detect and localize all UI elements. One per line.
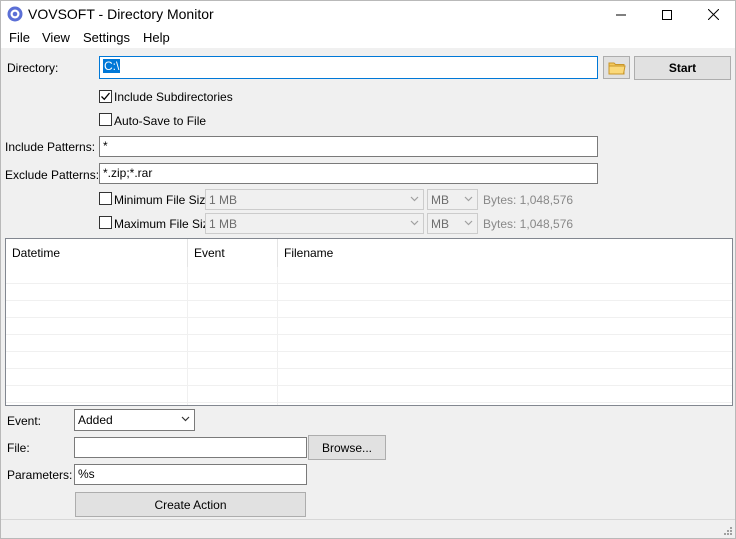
folder-icon [608,62,626,74]
column-header-filename[interactable]: Filename [278,239,732,267]
chevron-down-icon [410,220,419,226]
maximize-icon [662,9,672,20]
auto-save-checkbox[interactable] [99,113,112,126]
maximum-size-bytes: Bytes: 1,048,576 [483,217,574,231]
include-subdirectories-checkbox[interactable] [99,90,112,103]
window-title: VOVSOFT - Directory Monitor [28,6,214,22]
minimum-size-checkbox[interactable] [99,192,112,205]
browse-folder-button[interactable] [603,56,630,79]
events-table[interactable]: Datetime Event Filename [5,238,733,406]
include-patterns-label: Include Patterns: [5,140,96,154]
status-bar [1,519,735,538]
menu-file[interactable]: File [9,30,30,45]
table-row [6,335,732,352]
menu-settings[interactable]: Settings [83,30,130,45]
minimize-button[interactable] [598,1,644,28]
close-button[interactable] [690,1,735,28]
minimum-size-value: 1 MB [209,193,238,207]
column-header-datetime[interactable]: Datetime [6,239,188,267]
file-input[interactable] [74,437,307,458]
parameters-label: Parameters: [7,468,73,482]
menu-bar: File View Settings Help [1,28,735,48]
checkmark-icon [101,92,111,101]
exclude-patterns-label: Exclude Patterns: [5,168,100,182]
table-header: Datetime Event Filename [6,239,732,267]
start-button[interactable]: Start [634,56,731,80]
auto-save-label: Auto-Save to File [114,114,207,128]
chevron-down-icon [410,196,419,202]
create-action-button[interactable]: Create Action [75,492,306,517]
maximum-size-unit-select[interactable]: MB [427,213,478,234]
column-header-event[interactable]: Event [188,239,278,267]
event-select[interactable]: Added [74,409,195,431]
menu-help[interactable]: Help [143,30,170,45]
chevron-down-icon [464,196,473,202]
chevron-down-icon [181,416,190,422]
include-patterns-input[interactable]: * [99,136,598,157]
maximum-size-label: Maximum File Size: [114,217,219,231]
event-value: Added [78,413,113,427]
maximum-size-unit: MB [431,217,449,231]
browse-button[interactable]: Browse... [308,435,386,460]
app-window: VOVSOFT - Directory Monitor File View Se… [0,0,736,539]
minimize-icon [616,14,626,15]
title-bar: VOVSOFT - Directory Monitor [1,1,735,28]
maximize-button[interactable] [644,1,690,28]
minimum-size-unit-select[interactable]: MB [427,189,478,210]
table-row [6,318,732,335]
maximum-size-value: 1 MB [209,217,238,231]
table-row [6,284,732,301]
directory-label: Directory: [7,61,59,75]
table-row [6,267,732,284]
table-row [6,352,732,369]
minimum-size-label: Minimum File Size: [114,193,216,207]
menu-view[interactable]: View [42,30,70,45]
file-label: File: [7,441,30,455]
directory-value: C:\ [103,59,121,73]
maximum-size-input[interactable]: 1 MB [205,213,424,234]
close-icon [707,9,719,20]
table-row [6,386,732,403]
resize-grip-icon[interactable] [722,525,732,535]
minimum-size-unit: MB [431,193,449,207]
parameters-input[interactable]: %s [74,464,307,485]
table-row [6,369,732,386]
minimum-size-input[interactable]: 1 MB [205,189,424,210]
minimum-size-bytes: Bytes: 1,048,576 [483,193,574,207]
table-row [6,301,732,318]
chevron-down-icon [464,220,473,226]
maximum-size-checkbox[interactable] [99,216,112,229]
directory-input[interactable]: C:\ [99,56,598,79]
app-logo-icon [7,6,23,22]
event-label: Event: [7,414,42,428]
include-subdirectories-label: Include Subdirectories [114,90,233,104]
exclude-patterns-input[interactable]: *.zip;*.rar [99,163,598,184]
